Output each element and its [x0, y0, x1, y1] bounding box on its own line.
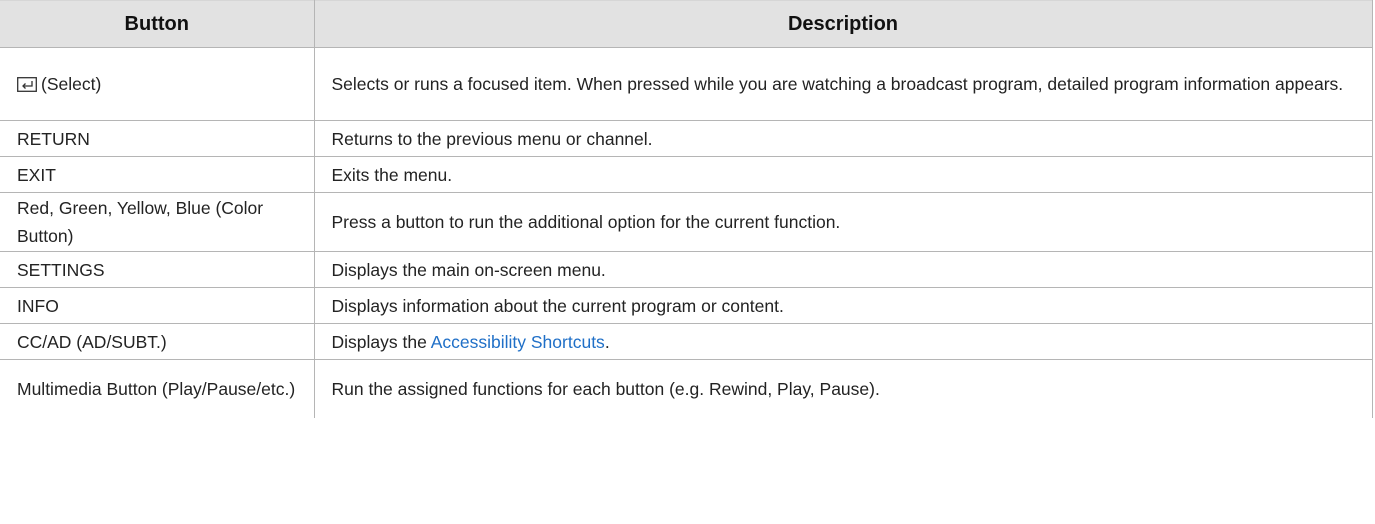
description-cell: Run the assigned functions for each butt…: [313, 359, 1373, 418]
button-name: SETTINGS: [0, 251, 315, 288]
column-header-button: Button: [0, 0, 315, 48]
table-row: (Select) Selects or runs a focused item.…: [0, 47, 1373, 121]
table-row: EXIT Exits the menu.: [0, 156, 1373, 193]
description-cell: Returns to the previous menu or channel.: [313, 120, 1373, 157]
description-cell: Displays information about the current p…: [313, 287, 1373, 324]
button-name: RETURN: [0, 120, 315, 157]
column-header-description: Description: [313, 0, 1373, 48]
button-name: EXIT: [0, 156, 315, 193]
button-cell: (Select): [0, 47, 315, 121]
table-header-row: Button Description: [0, 0, 1373, 48]
description-cell: Exits the menu.: [313, 156, 1373, 193]
enter-icon: [17, 77, 37, 92]
description-text: .: [604, 331, 610, 352]
description-cell: Selects or runs a focused item. When pre…: [313, 47, 1373, 121]
table-row: CC/AD (AD/SUBT.) Displays the Accessibil…: [0, 323, 1373, 360]
table-row: Red, Green, Yellow, Blue (Color Button) …: [0, 192, 1373, 252]
button-name: (Select): [41, 74, 102, 94]
button-name: CC/AD (AD/SUBT.): [0, 323, 315, 360]
table-row: Multimedia Button (Play/Pause/etc.) Run …: [0, 359, 1373, 418]
table-row: INFO Displays information about the curr…: [0, 287, 1373, 324]
button-name: Red, Green, Yellow, Blue (Color Button): [0, 192, 315, 252]
description-text: Displays the: [331, 331, 431, 352]
description-cell: Displays the Accessibility Shortcuts.: [313, 323, 1373, 360]
table-row: SETTINGS Displays the main on-screen men…: [0, 251, 1373, 288]
button-name: INFO: [0, 287, 315, 324]
button-name: Multimedia Button (Play/Pause/etc.): [0, 359, 315, 418]
description-cell: Displays the main on-screen menu.: [313, 251, 1373, 288]
description-cell: Press a button to run the additional opt…: [313, 192, 1373, 252]
remote-buttons-table: Button Description (Select) Selects or r…: [0, 0, 1373, 418]
accessibility-shortcuts-link[interactable]: Accessibility Shortcuts: [431, 332, 605, 352]
table-row: RETURN Returns to the previous menu or c…: [0, 120, 1373, 157]
